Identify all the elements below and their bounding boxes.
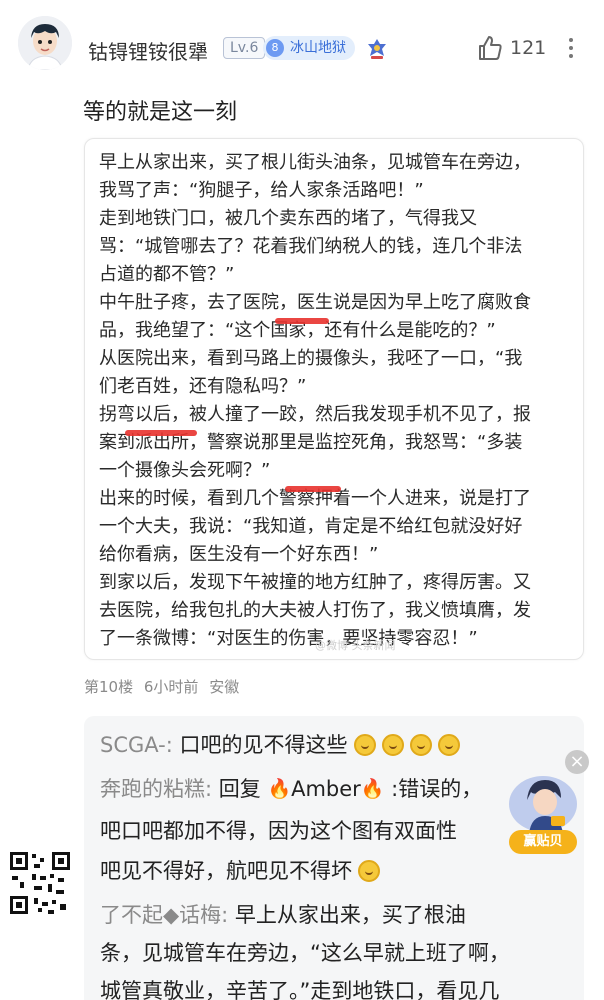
promo-widget[interactable]: 赢贴贝 (505, 770, 581, 858)
emoji-icon (409, 734, 432, 756)
red-scribble (275, 318, 329, 324)
post-time: 6小时前 (143, 678, 199, 696)
reply-text: 吧见不得好，航吧见不得坏 (100, 859, 352, 883)
like-count: 121 (510, 37, 547, 59)
reply-continuation: 吧口吧都加不得，因为这个图有双面性 (100, 816, 457, 846)
trophy-icon (366, 38, 388, 60)
watermark: @微博 头条新闻 (315, 639, 396, 652)
attached-image[interactable]: 早上从家出来，买了根儿街头油条，见城管车在旁边， 我骂了声：“狗腿子，给人家条活… (84, 138, 584, 660)
reply-text: 吧口吧都加不得，因为这个图有双面性 (100, 819, 457, 843)
story-line: 一个大夫，我说：“我知道，肯定是不给红包就没好好 (99, 516, 523, 537)
post-location: 安徽 (209, 678, 240, 696)
reply-text: :错误的， (384, 777, 483, 801)
story-line: 给你看病，医生没有一个好东西！” (99, 544, 379, 565)
reply-continuation: 条，见城管车在旁边，“这么早就上班了啊， (100, 938, 510, 968)
emoji-icon (381, 734, 404, 756)
story-line: 从医院出来，看到马路上的摄像头，我呸了一口，“我 (99, 348, 523, 369)
rank-number: 8 (266, 39, 284, 57)
story-line: 去医院，给我包扎的大夫被人打伤了，我义愤填膺，发 (99, 600, 531, 621)
story-line: 一个摄像头会死啊？” (99, 460, 271, 481)
level-badge: Lv.6 (223, 37, 266, 59)
red-scribble (125, 430, 197, 436)
like-icon[interactable] (476, 34, 504, 62)
reply-list: SCGA-: 口吧的见不得这些 奔跑的粘糕: 回复 🔥Amber🔥 :错误的， … (84, 716, 584, 1000)
floor-number: 第10楼 (84, 678, 134, 696)
story-line: 们老百姓，还有隐私吗？” (99, 376, 307, 397)
reply-username[interactable]: 奔跑的粘糕: (100, 777, 212, 801)
rank-badge: 8 冰山地狱 (263, 36, 355, 60)
promo-character-icon (509, 776, 577, 834)
story-line: 占道的都不管？” (99, 264, 235, 285)
story-line: 走到地铁门口，被几个卖东西的堵了，气得我又 (99, 208, 477, 229)
story-line: 早上从家出来，买了根儿街头油条，见城管车在旁边， (99, 152, 531, 173)
reply-item[interactable]: SCGA-: 口吧的见不得这些 (100, 730, 460, 760)
reply-item[interactable]: 奔跑的粘糕: 回复 🔥Amber🔥 :错误的， (100, 774, 482, 804)
reply-username[interactable]: 了不起◆话梅: (100, 903, 228, 927)
story-text: 早上从家出来，买了根儿街头油条，见城管车在旁边， 我骂了声：“狗腿子，给人家条活… (99, 149, 577, 653)
story-line: 我骂了声：“狗腿子，给人家条活路吧！” (99, 180, 424, 201)
fire-icon: 🔥 (360, 778, 385, 800)
rank-name: 冰山地狱 (290, 40, 346, 56)
reply-username[interactable]: SCGA-: (100, 733, 173, 757)
reply-continuation: 城管真敬业，辛苦了。”走到地铁口，看见几 (100, 976, 499, 1000)
username[interactable]: 钴锝锂铵很犟 (88, 36, 208, 65)
emoji-icon (353, 734, 376, 756)
story-line: 品，我绝望了：“这个国家，还有什么是能吃的？” (99, 320, 496, 341)
promo-label[interactable]: 赢贴贝 (509, 830, 577, 854)
story-line: 骂：“城管哪去了？花着我们纳税人的钱，连几个非法 (99, 236, 523, 257)
emoji-icon (437, 734, 460, 756)
reply-text: 城管真敬业，辛苦了。”走到地铁口，看见几 (100, 979, 500, 1000)
emoji-icon (358, 860, 380, 882)
comment-text: 等的就是这一刻 (83, 100, 238, 125)
post-header: 钴锝锂铵很犟 Lv.6 8 冰山地狱 121 (0, 0, 604, 90)
reply-continuation: 吧见不得好，航吧见不得坏 (100, 856, 380, 886)
reply-text: 口吧的见不得这些 (172, 733, 348, 757)
reply-text: 早上从家出来，买了根油 (228, 903, 466, 927)
more-icon[interactable] (566, 34, 576, 62)
reply-text: 条，见城管车在旁边，“这么早就上班了啊， (100, 941, 510, 965)
fire-icon: 🔥 (267, 778, 292, 800)
reply-item[interactable]: 了不起◆话梅: 早上从家出来，买了根油 (100, 900, 466, 930)
story-line: 中午肚子疼，去了医院，医生说是因为早上吃了腐败食 (99, 292, 531, 313)
avatar[interactable] (18, 16, 72, 70)
reply-mention[interactable]: Amber (291, 777, 361, 801)
post-meta: 第10楼 6小时前 安徽 (84, 676, 245, 697)
reply-text: 回复 (212, 777, 268, 801)
story-line: 拐弯以后，被人撞了一跤，然后我发现手机不见了，报 (99, 404, 531, 425)
story-line: 到家以后，发现下午被撞的地方红肿了，疼得厉害。又 (99, 572, 531, 593)
qr-code (8, 850, 72, 916)
red-scribble (285, 486, 341, 492)
